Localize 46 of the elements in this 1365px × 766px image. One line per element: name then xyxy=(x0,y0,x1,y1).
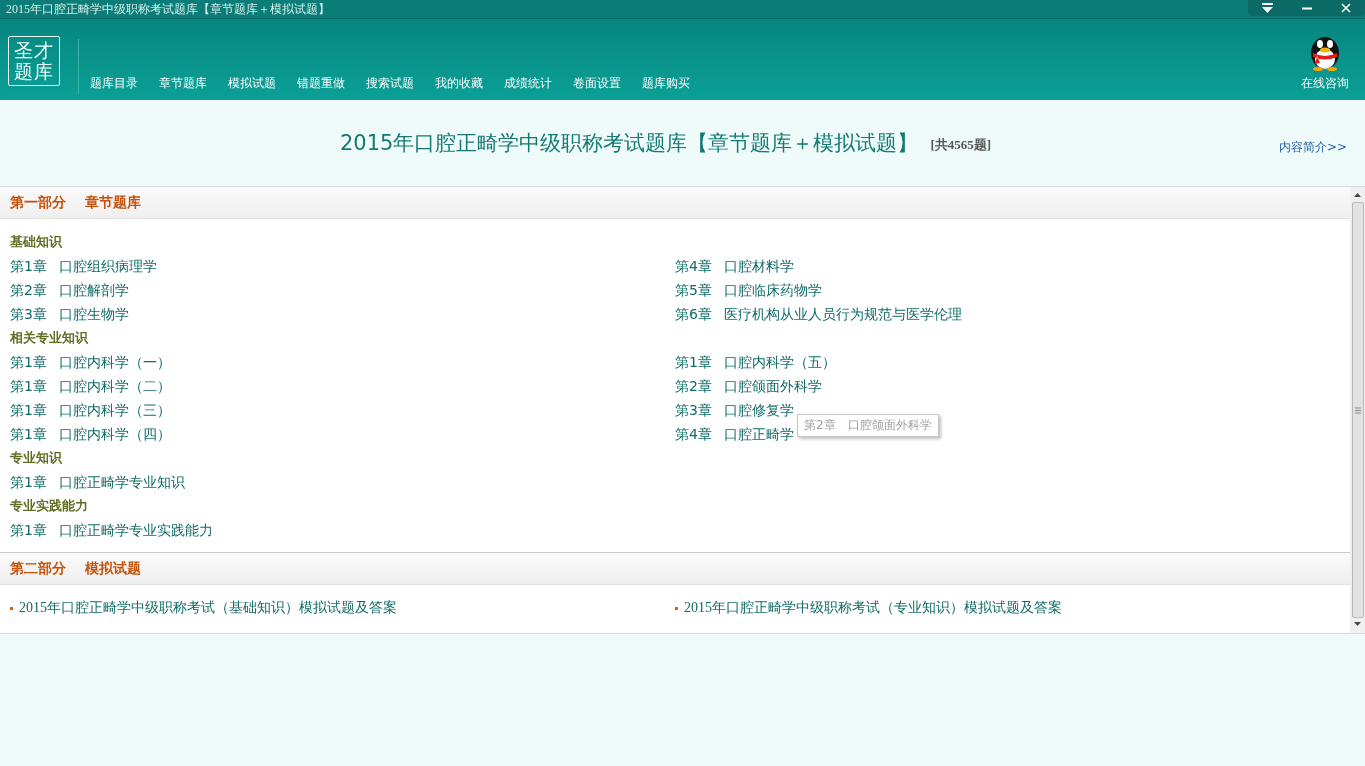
chapter-link[interactable]: 第1章 口腔内科学（五） xyxy=(675,350,836,374)
chapter-link[interactable]: 第1章 口腔组织病理学 xyxy=(10,254,157,278)
test-link[interactable]: 2015年口腔正畸学中级职称考试（专业知识）模拟试题及答案 xyxy=(684,599,1062,617)
group-label: 专业实践能力 xyxy=(9,497,89,515)
nav-item[interactable]: 错题重做 xyxy=(286,75,355,92)
chapter-link[interactable]: 第3章 口腔生物学 xyxy=(10,302,129,326)
chapter-link[interactable]: 第5章 口腔临床药物学 xyxy=(675,278,822,302)
nav-item[interactable]: 题库购买 xyxy=(631,75,700,92)
chapter-link[interactable]: 第4章 口腔材料学 xyxy=(675,254,794,278)
nav-item[interactable]: 章节题库 xyxy=(148,75,217,92)
nav-item[interactable]: 搜索试题 xyxy=(355,75,424,92)
chapter-link[interactable]: 第1章 口腔内科学（一） xyxy=(10,350,171,374)
chapter-link[interactable]: 第4章 口腔正畸学 xyxy=(675,422,794,446)
window-title: 2015年口腔正畸学中级职称考试题库【章节题库＋模拟试题】 xyxy=(5,0,330,18)
tooltip: 第2章 口腔颌面外科学 xyxy=(797,414,939,437)
chapter-link[interactable]: 第1章 口腔内科学（四） xyxy=(10,422,171,446)
chapter-link[interactable]: 第1章 口腔正畸学专业实践能力 xyxy=(10,518,213,542)
nav-item[interactable]: 模拟试题 xyxy=(217,75,286,92)
chapter-link[interactable]: 第1章 口腔内科学（二） xyxy=(10,374,171,398)
page-title: 2015年口腔正畸学中级职称考试题库【章节题库＋模拟试题】 xyxy=(340,130,919,157)
chapter-link[interactable]: 第3章 口腔修复学 xyxy=(675,398,794,422)
chapter-link[interactable]: 第2章 口腔解剖学 xyxy=(10,278,129,302)
chapter-link[interactable]: 第1章 口腔内科学（三） xyxy=(10,398,171,422)
question-count: [共4565题] xyxy=(930,136,992,154)
nav-item[interactable]: 我的收藏 xyxy=(424,75,493,92)
bullet-icon xyxy=(10,606,13,610)
scroll-down-icon[interactable] xyxy=(1354,622,1361,627)
nav-item[interactable]: 成绩统计 xyxy=(493,75,562,92)
nav-item[interactable]: 卷面设置 xyxy=(562,75,631,92)
chapter-link[interactable]: 第6章 医疗机构从业人员行为规范与医学伦理 xyxy=(675,302,962,326)
group-label: 专业知识 xyxy=(9,449,63,467)
bullet-icon xyxy=(675,606,678,610)
scroll-up-icon[interactable] xyxy=(1354,193,1361,198)
logo: 圣才 题库 xyxy=(8,36,60,86)
chapter-link[interactable]: 第1章 口腔正畸学专业知识 xyxy=(10,470,185,494)
nav-item[interactable]: 题库目录 xyxy=(79,75,148,92)
section-header: 第一部分 章节题库 xyxy=(0,187,1350,219)
group-label: 相关专业知识 xyxy=(9,329,89,347)
consult-label[interactable]: 在线咨询 xyxy=(1301,75,1349,92)
chapter-link[interactable]: 第2章 口腔颌面外科学 xyxy=(675,374,822,398)
intro-link[interactable]: 内容简介>> xyxy=(1278,138,1347,156)
section-header: 第二部分 模拟试题 xyxy=(0,553,1350,585)
grip-icon xyxy=(1354,406,1361,414)
test-link[interactable]: 2015年口腔正畸学中级职称考试（基础知识）模拟试题及答案 xyxy=(19,599,397,617)
group-label: 基础知识 xyxy=(9,233,63,251)
scrollbar[interactable] xyxy=(1350,187,1365,633)
